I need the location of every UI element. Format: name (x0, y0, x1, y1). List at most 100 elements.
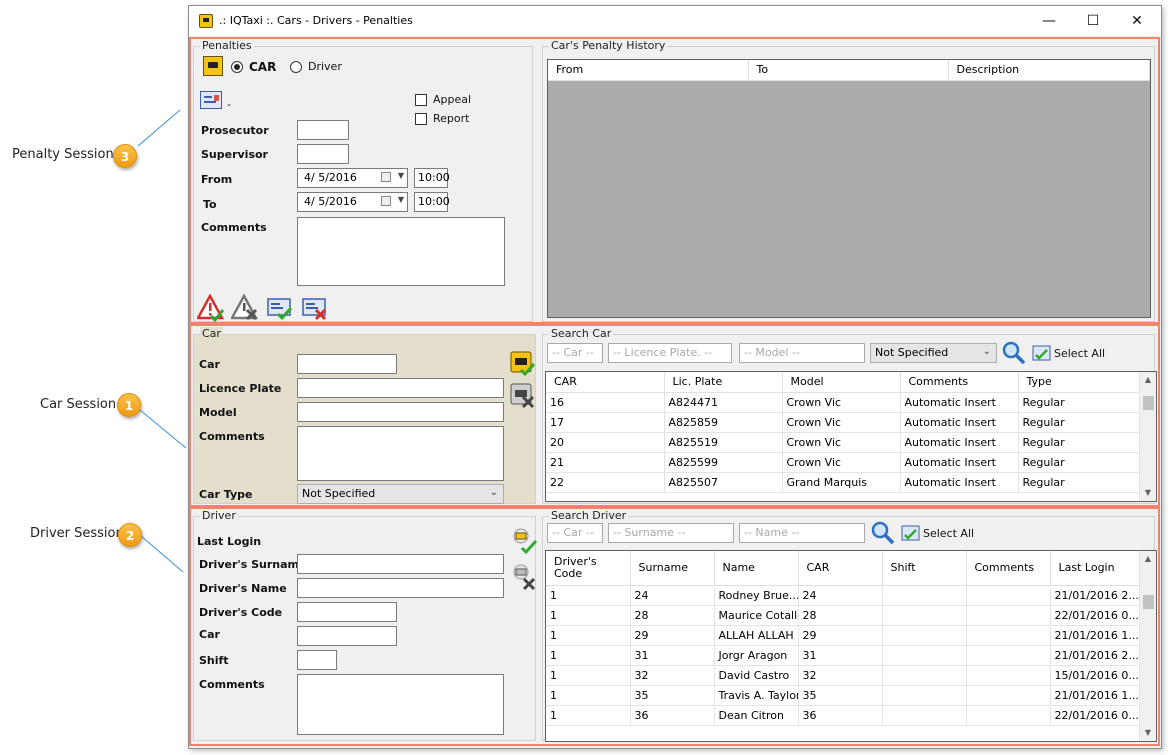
history-column-header[interactable]: From (548, 60, 749, 81)
chevron-down-icon[interactable]: ▼ (398, 195, 404, 204)
select-all-icon[interactable] (900, 523, 922, 545)
model-label: Model (199, 406, 237, 419)
table-row[interactable]: 1 29 ALLAH ALLAH 29 21/01/2016 1... (546, 625, 1141, 646)
driver-name-field[interactable] (297, 578, 504, 598)
prosecutor-field[interactable] (297, 120, 349, 140)
car-field[interactable] (297, 354, 397, 374)
maximize-button[interactable]: ☐ (1071, 10, 1115, 32)
scroll-down-icon[interactable]: ▼ (1140, 485, 1156, 501)
taxi-icon[interactable] (203, 56, 223, 76)
scroll-up-icon[interactable]: ▲ (1140, 551, 1156, 567)
from-date-picker[interactable]: 4/ 5/2016 ▼ (297, 168, 408, 188)
search-plate-input[interactable]: -- Licence Plate. -- (608, 343, 732, 363)
table-row[interactable]: 1 32 David Castro 32 15/01/2016 0... (546, 665, 1141, 686)
search-car-type-value: Not Specified (875, 346, 949, 359)
car-select-icon[interactable] (509, 350, 536, 377)
to-time-field[interactable]: 10:00 (414, 192, 450, 212)
table-row[interactable]: 1 31 Jorgr Aragon 31 21/01/2016 2... (546, 645, 1141, 666)
penalty-history-grid[interactable]: From To Description (547, 59, 1151, 318)
add-penalty-icon[interactable] (195, 293, 225, 323)
title-bar[interactable]: .: IQTaxi :. Cars - Drivers - Penalties … (189, 6, 1161, 36)
calendar-icon[interactable] (381, 196, 391, 206)
search-icon[interactable] (870, 520, 896, 546)
driver-code-field[interactable] (297, 602, 397, 622)
driver-select-icon[interactable] (509, 526, 539, 556)
driver-car-field[interactable] (297, 626, 397, 646)
search-driver-select-all[interactable]: Select All (923, 527, 974, 540)
chevron-down-icon[interactable]: ▼ (398, 171, 404, 180)
car-radio[interactable] (231, 61, 243, 73)
car-column-header[interactable]: CAR (546, 372, 665, 393)
search-car-select-all[interactable]: Select All (1054, 347, 1105, 360)
select-all-icon[interactable] (1031, 343, 1053, 365)
car-column-header[interactable]: Comments (900, 372, 1019, 393)
search-surname-input[interactable]: -- Surname -- (608, 523, 734, 543)
search-car-title: Search Car (549, 327, 614, 340)
appeal-checkbox[interactable] (415, 94, 427, 106)
driver-comments-field[interactable] (297, 674, 504, 735)
calendar-icon[interactable] (381, 172, 391, 182)
licence-plate-field[interactable] (297, 378, 504, 398)
driver-column-header[interactable]: Last Login (1050, 551, 1141, 586)
car-type-select[interactable]: Not Specified ⌄ (297, 484, 504, 504)
to-date-picker[interactable]: 4/ 5/2016 ▼ (297, 192, 408, 212)
search-model-input[interactable]: -- Model -- (739, 343, 865, 363)
driver-group-title: Driver (200, 509, 238, 522)
car-column-header[interactable]: Model (782, 372, 901, 393)
table-row[interactable]: 20 A825519 Crown Vic Automatic Insert Regula… (546, 432, 1141, 453)
car-column-header[interactable]: Lic. Plate (664, 372, 783, 393)
table-row[interactable]: 17 A825859 Crown Vic Automatic Insert Regula… (546, 412, 1141, 433)
remove-penalty-icon[interactable] (229, 293, 259, 321)
from-time-field[interactable]: 10:00 (414, 168, 450, 188)
model-field[interactable] (297, 402, 504, 422)
car-grid[interactable]: CAR Lic. Plate Model Comments Type 16 A82… (545, 371, 1157, 502)
search-name-input[interactable]: -- Name -- (739, 523, 865, 543)
driver-clear-icon[interactable] (509, 562, 539, 592)
driver-column-header[interactable]: Comments (966, 551, 1051, 586)
search-driver-car-input[interactable]: -- Car -- (547, 523, 603, 543)
table-row[interactable]: 1 24 Rodney Brue... 24 21/01/2016 2... (546, 585, 1141, 606)
scroll-thumb[interactable] (1143, 595, 1154, 609)
table-row[interactable]: 1 28 Maurice Cotalle 28 22/01/2016 0... (546, 605, 1141, 626)
search-icon[interactable] (1001, 340, 1027, 366)
search-car-type-select[interactable]: Not Specified ⌄ (870, 343, 997, 363)
approve-penalty-icon[interactable] (266, 294, 293, 321)
car-clear-icon[interactable] (509, 382, 535, 409)
reject-penalty-icon[interactable] (301, 294, 327, 321)
window-title: .: IQTaxi :. Cars - Drivers - Penalties (219, 14, 413, 27)
table-row[interactable]: 22 A825507 Grand Marquis Automatic Insert Re… (546, 472, 1141, 493)
car-grid-scrollbar[interactable]: ▲ ▼ (1139, 372, 1156, 501)
close-button[interactable]: ✕ (1115, 10, 1159, 32)
driver-surname-label: Driver's Surname (199, 558, 307, 571)
supervisor-field[interactable] (297, 144, 349, 164)
driver-radio[interactable] (290, 61, 302, 73)
search-car-input[interactable]: -- Car -- (547, 343, 603, 363)
table-row[interactable]: 21 A825599 Crown Vic Automatic Insert Regul… (546, 452, 1141, 473)
scroll-up-icon[interactable]: ▲ (1140, 372, 1156, 388)
table-row[interactable]: 1 36 Dean Citron 36 22/01/2016 0... (546, 705, 1141, 726)
shift-field[interactable] (297, 650, 337, 670)
minimize-button[interactable]: — (1027, 10, 1071, 32)
driver-grid-scrollbar[interactable]: ▲ ▼ (1139, 551, 1156, 741)
driver-column-header[interactable]: Shift (882, 551, 967, 586)
car-comments-field[interactable] (297, 426, 504, 481)
driver-session-badge: 2 (118, 523, 142, 547)
history-column-header[interactable]: To (748, 60, 949, 81)
penalty-card-icon (200, 91, 222, 109)
table-row[interactable]: 1 35 Travis A. Taylor 35 21/01/2016 1... (546, 685, 1141, 706)
history-column-header[interactable]: Description (948, 60, 1150, 81)
driver-surname-field[interactable] (297, 554, 504, 574)
driver-grid[interactable]: Driver's Code Surname Name CAR Shift Com… (545, 550, 1157, 742)
driver-column-header[interactable]: Name (714, 551, 799, 586)
to-label: To (203, 198, 217, 211)
scroll-down-icon[interactable]: ▼ (1140, 725, 1156, 741)
car-group-title: Car (200, 327, 223, 340)
car-column-header[interactable]: Type (1018, 372, 1141, 393)
driver-column-header[interactable]: CAR (798, 551, 883, 586)
penalty-comments-field[interactable] (297, 217, 505, 286)
driver-column-header[interactable]: Driver's Code (546, 551, 631, 586)
table-row[interactable]: 16 A824471 Crown Vic Automatic Insert Regula… (546, 392, 1141, 413)
scroll-thumb[interactable] (1143, 396, 1154, 410)
report-checkbox[interactable] (415, 113, 427, 125)
driver-column-header[interactable]: Surname (630, 551, 715, 586)
